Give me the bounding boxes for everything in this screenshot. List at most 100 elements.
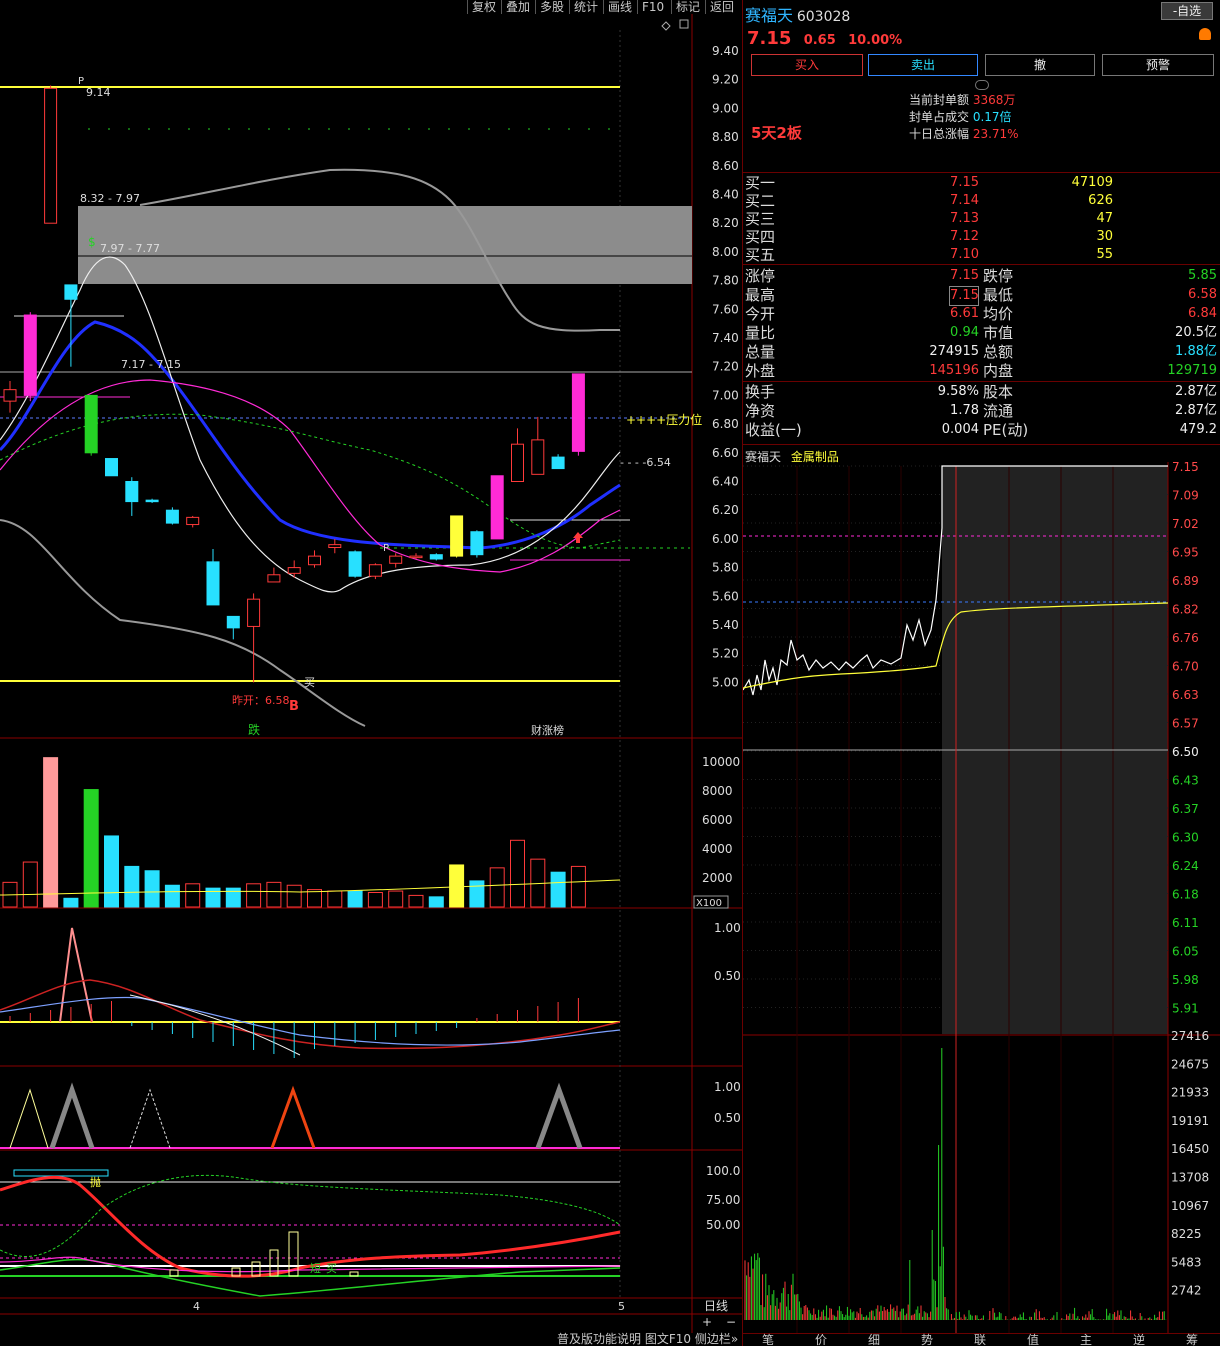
menu-back[interactable]: 返回 <box>705 0 738 14</box>
zoom-out-button[interactable]: − <box>726 1315 736 1329</box>
bottom-tab-2[interactable]: 细 <box>868 1334 880 1346</box>
volume-bar <box>144 870 160 908</box>
alert-button[interactable]: 预警 <box>1102 54 1214 76</box>
price-tick: 5.40 <box>712 618 739 632</box>
bid-price: 7.15 <box>950 175 979 190</box>
seal-value: 0.17倍 <box>972 110 1012 124</box>
intraday-price-tick: 6.05 <box>1172 945 1199 959</box>
intraday-volume-tick: 10967 <box>1171 1199 1209 1213</box>
bottom-tab-5[interactable]: 值 <box>1027 1334 1039 1346</box>
sell-button[interactable]: 卖出 <box>868 54 978 76</box>
price-tick: 6.00 <box>712 532 739 546</box>
fund-label: 换手 <box>745 383 776 401</box>
period-label[interactable]: 日线 <box>704 1299 728 1313</box>
label-short: 短 <box>310 1261 321 1275</box>
candle-body <box>165 509 179 524</box>
intraday-price-tick: 5.91 <box>1172 1002 1199 1016</box>
buy-button[interactable]: 买入 <box>751 54 863 76</box>
price-tick: 7.20 <box>712 360 739 374</box>
intraday-price-tick: 7.09 <box>1172 489 1199 503</box>
diamond-icon[interactable] <box>661 21 671 31</box>
kline-chart[interactable]: 9.14 P 8.32 - 7.97 7.97 - 7.77 $ 7.17 - … <box>0 14 742 1333</box>
bid-volume: 47 <box>1096 211 1113 226</box>
quote-value: 5.85 <box>1188 268 1217 283</box>
quote-value: 1.88亿 <box>1175 344 1217 359</box>
label-throw: 抛 <box>90 1175 101 1189</box>
boll-lower <box>0 519 366 727</box>
intraday-volume-tick: 2742 <box>1171 1284 1202 1298</box>
candle-body <box>409 555 423 559</box>
seal-label: 十日总涨幅 <box>908 127 969 141</box>
quote-value: 129719 <box>1167 363 1217 378</box>
candle-body <box>145 499 159 503</box>
self-select-button[interactable]: -自选 <box>1161 2 1213 20</box>
label-zone2: 7.97 - 7.77 <box>100 242 160 255</box>
volume-bar <box>286 884 302 908</box>
bid-volume: 47109 <box>1071 175 1113 190</box>
bottom-tab-4[interactable]: 联 <box>974 1334 986 1346</box>
price-tick: 9.40 <box>712 44 739 58</box>
bid-label: 买一 <box>745 174 776 192</box>
candle-body <box>44 87 58 224</box>
resistance-zone <box>78 206 692 284</box>
bottom-tab-3[interactable]: 势 <box>921 1334 933 1346</box>
quote-label: 跌停 <box>983 267 1014 285</box>
price-tick: 5.00 <box>712 675 739 689</box>
bid-row[interactable]: 买三 7.13 47 <box>743 210 1220 228</box>
price-axis: 9.40 9.20 9.00 8.80 8.60 8.40 8.20 8.00 7.80 7.60… <box>712 44 739 689</box>
intraday-price-tick: 6.11 <box>1172 916 1199 930</box>
candle-body <box>511 443 524 483</box>
bid-row[interactable]: 买五 7.10 55 <box>743 246 1220 264</box>
intraday-price-tick: 6.76 <box>1172 631 1199 645</box>
menu-draw[interactable]: 画线 <box>603 0 636 14</box>
candle-body <box>328 544 342 549</box>
quote-label: 量比 <box>745 324 776 342</box>
menu-mark[interactable]: 标记 <box>671 0 704 14</box>
menu-fuquan[interactable]: 复权 <box>467 0 500 14</box>
intraday-price-tick: 6.24 <box>1172 859 1199 873</box>
volume-bar <box>408 894 424 908</box>
candle-body <box>368 564 382 577</box>
footer-f10-link[interactable]: 图文F10 <box>645 1332 691 1346</box>
quote-panel: 赛福天 603028 -自选 7.15 0.65 10.00% 买入 卖出 撤 … <box>742 0 1220 1346</box>
seal-label: 封单占成交 <box>908 110 969 124</box>
window-toggle-icon[interactable] <box>679 19 689 29</box>
intraday-chart[interactable]: 7.15 7.09 7.02 6.95 6.89 6.82 6.76 6.70 6.63 6.57… <box>743 462 1220 1333</box>
bottom-tab-1[interactable]: 价 <box>815 1334 827 1346</box>
candle-body <box>287 567 301 574</box>
price-tick: 6.60 <box>712 446 739 460</box>
bid-row[interactable]: 买一 7.15 47109 <box>743 174 1220 192</box>
menu-f10[interactable]: F10 <box>637 0 668 14</box>
bottom-tab-7[interactable]: 逆 <box>1133 1334 1145 1346</box>
price-tick: 8.00 <box>712 245 739 259</box>
price-tick: 7.60 <box>712 302 739 316</box>
quote-value: 7.15 <box>950 268 979 283</box>
ind2-axis-2: 0.50 <box>714 1111 741 1125</box>
price-tick: 6.80 <box>712 417 739 431</box>
bottom-tab-8[interactable]: 筹 <box>1186 1334 1198 1346</box>
quote-label: 最低 <box>983 286 1014 304</box>
bottom-tabs: 笔价细势联值主逆筹 <box>742 1333 1220 1346</box>
intraday-volume-tick: 21933 <box>1171 1086 1209 1100</box>
cancel-button[interactable]: 撤 <box>985 54 1095 76</box>
footer-help-link[interactable]: 普及版功能说明 <box>557 1332 641 1346</box>
bid-row[interactable]: 买四 7.12 30 <box>743 228 1220 246</box>
menu-stats[interactable]: 统计 <box>569 0 602 14</box>
bottom-tab-6[interactable]: 主 <box>1080 1334 1092 1346</box>
menu-overlay[interactable]: 叠加 <box>501 0 534 14</box>
date-label-5: 5 <box>618 1300 625 1313</box>
fund-label: 股本 <box>983 383 1014 401</box>
seal-value: 23.71% <box>972 127 1019 141</box>
fund-label: 净资 <box>745 402 776 420</box>
collapse-icon[interactable] <box>975 80 989 90</box>
candle-body <box>531 439 545 475</box>
menu-multi[interactable]: 多股 <box>535 0 568 14</box>
bottom-tab-0[interactable]: 笔 <box>762 1334 774 1346</box>
bell-icon[interactable] <box>1199 28 1211 40</box>
candle-body <box>64 284 78 300</box>
intraday-volume-tick: 24675 <box>1171 1057 1209 1071</box>
tag-fall: 跌 <box>248 722 260 737</box>
footer-sidebar-link[interactable]: 侧边栏» <box>695 1332 738 1346</box>
zoom-in-button[interactable]: + <box>702 1315 712 1329</box>
bid-row[interactable]: 买二 7.14 626 <box>743 192 1220 210</box>
